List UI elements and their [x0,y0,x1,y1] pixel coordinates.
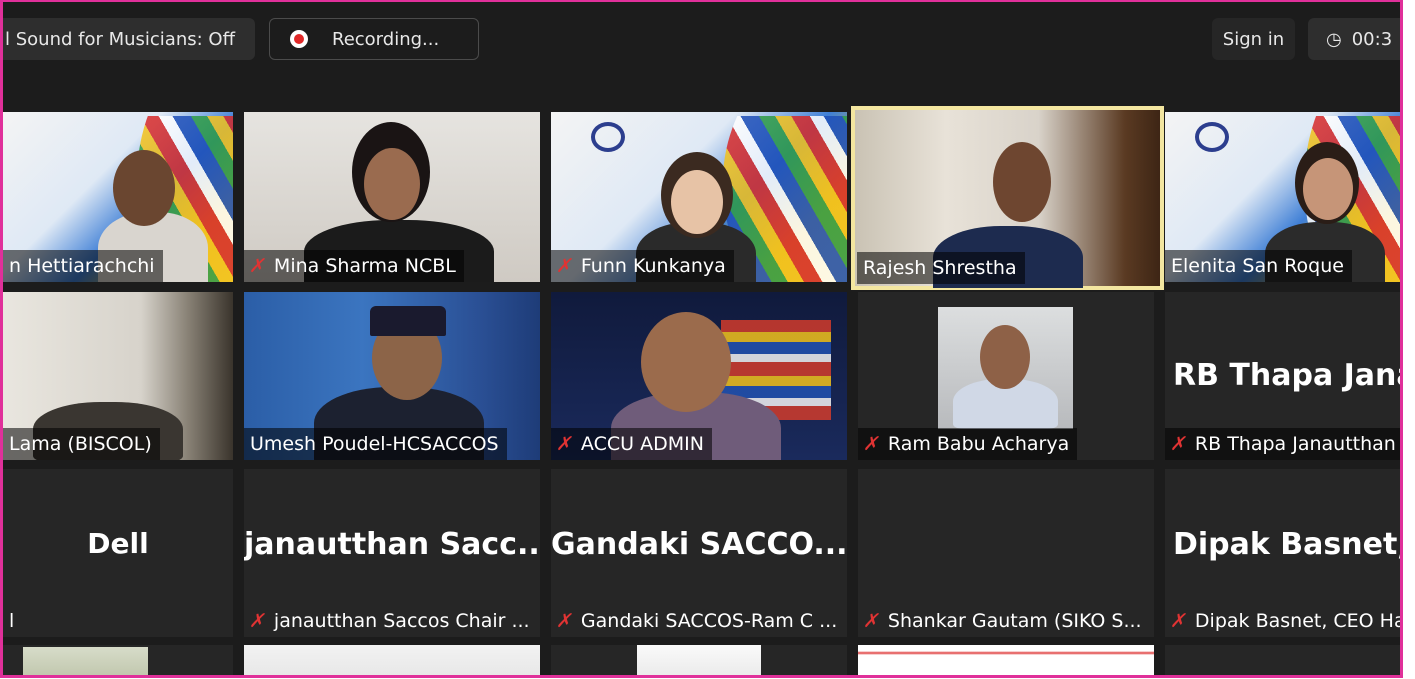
video-tile[interactable] [3,645,233,675]
meeting-window: l Sound for Musicians: Off Recording... … [0,0,1403,678]
participant-display-name: janautthan Sacc... [244,527,540,562]
video-tile[interactable]: ✗ Ram Babu Acharya [858,292,1154,460]
participant-display-name: Dipak Basnet, [1173,527,1403,562]
participant-label: ✗ Ram Babu Acharya [858,428,1078,460]
top-toolbar: l Sound for Musicians: Off Recording... … [3,2,1400,80]
mic-off-icon: ✗ [554,433,576,455]
participant-label: ✗ Dipak Basnet, CEO Ha [1168,610,1403,632]
participant-label: l [9,610,15,632]
mic-off-icon: ✗ [554,610,576,632]
video-tile[interactable]: Lama (BISCOL) [3,292,233,460]
mic-off-icon: ✗ [1168,433,1190,455]
participant-display-name: Dell [87,527,149,560]
participant-label: ✗ ACCU ADMIN [551,428,712,460]
video-tile[interactable]: Gandaki SACCO... ✗ Gandaki SACCOS-Ram C .… [551,469,847,637]
participant-label: Lama (BISCOL) [3,428,160,460]
video-tile[interactable]: Dell l [3,469,233,637]
participant-head [113,150,175,226]
sound-for-musicians-button[interactable]: l Sound for Musicians: Off [3,18,255,60]
video-tile[interactable] [551,645,847,675]
mic-off-icon: ✗ [861,433,883,455]
video-tile[interactable]: n Hettiarachchi [3,112,233,282]
sound-label: l Sound for Musicians: Off [5,28,235,50]
recording-label: Recording... [332,28,440,50]
participant-label: ✗ Shankar Gautam (SIKO S... [861,610,1142,632]
participant-label: Elenita San Roque [1165,250,1352,282]
participant-photo [23,647,148,675]
clock-icon: ◷ [1326,28,1342,50]
video-tile[interactable]: ✗ Funn Kunkanya [551,112,847,282]
mic-off-icon: ✗ [247,255,269,277]
participant-label: Umesh Poudel-HCSACCOS [244,428,507,460]
meeting-timer: ◷ 00:3 [1308,18,1400,60]
video-tile[interactable]: ✗ ACCU ADMIN [551,292,847,460]
participant-display-name: RB Thapa Jana [1173,358,1403,393]
participant-photo [938,307,1073,429]
participant-display-name: Gandaki SACCO... [551,527,847,562]
accu-logo-icon [1195,122,1229,152]
mic-off-icon: ✗ [861,610,883,632]
participant-hat [370,306,446,336]
video-tile[interactable] [1165,645,1400,675]
mic-off-icon: ✗ [554,255,576,277]
mic-off-icon: ✗ [247,610,269,632]
video-tile-active-speaker[interactable]: Rajesh Shrestha [851,106,1164,290]
participant-label: n Hettiarachchi [3,250,163,282]
mic-off-icon: ✗ [1168,610,1190,632]
sign-in-label: Sign in [1222,28,1285,50]
recording-button[interactable]: Recording... [269,18,479,60]
video-tile[interactable]: Elenita San Roque [1165,112,1400,282]
sign-in-button[interactable]: Sign in [1212,18,1295,60]
participant-head [1303,158,1353,220]
participant-head [364,148,420,220]
video-tile[interactable]: ✗ Mina Sharma NCBL [244,112,540,282]
video-tile[interactable]: janautthan Sacc... ✗ janautthan Saccos Ch… [244,469,540,637]
participant-label: Rajesh Shrestha [857,252,1025,284]
participant-label: ✗ Gandaki SACCOS-Ram C ... [554,610,838,632]
video-tile[interactable]: RB Thapa Jana ✗ RB Thapa Janautthan [1165,292,1403,460]
participant-label: ✗ Funn Kunkanya [551,250,734,282]
participant-photo [637,645,761,675]
accu-logo-icon [591,122,625,152]
participant-label: ✗ janautthan Saccos Chair ... [247,610,530,632]
participant-label: ✗ Mina Sharma NCBL [244,250,464,282]
video-tile[interactable] [244,645,540,675]
participant-head [993,142,1051,222]
video-tile[interactable]: Umesh Poudel-HCSACCOS [244,292,540,460]
video-tile[interactable] [858,645,1154,675]
participant-head [980,325,1030,389]
video-tile[interactable]: Dipak Basnet, ✗ Dipak Basnet, CEO Ha [1165,469,1403,637]
record-icon [290,30,308,48]
participant-head [671,170,723,234]
video-tile[interactable]: ✗ Shankar Gautam (SIKO S... [858,469,1154,637]
participant-head [641,312,731,412]
timer-text: 00:3 [1351,28,1393,50]
participant-label: ✗ RB Thapa Janautthan [1165,428,1400,460]
